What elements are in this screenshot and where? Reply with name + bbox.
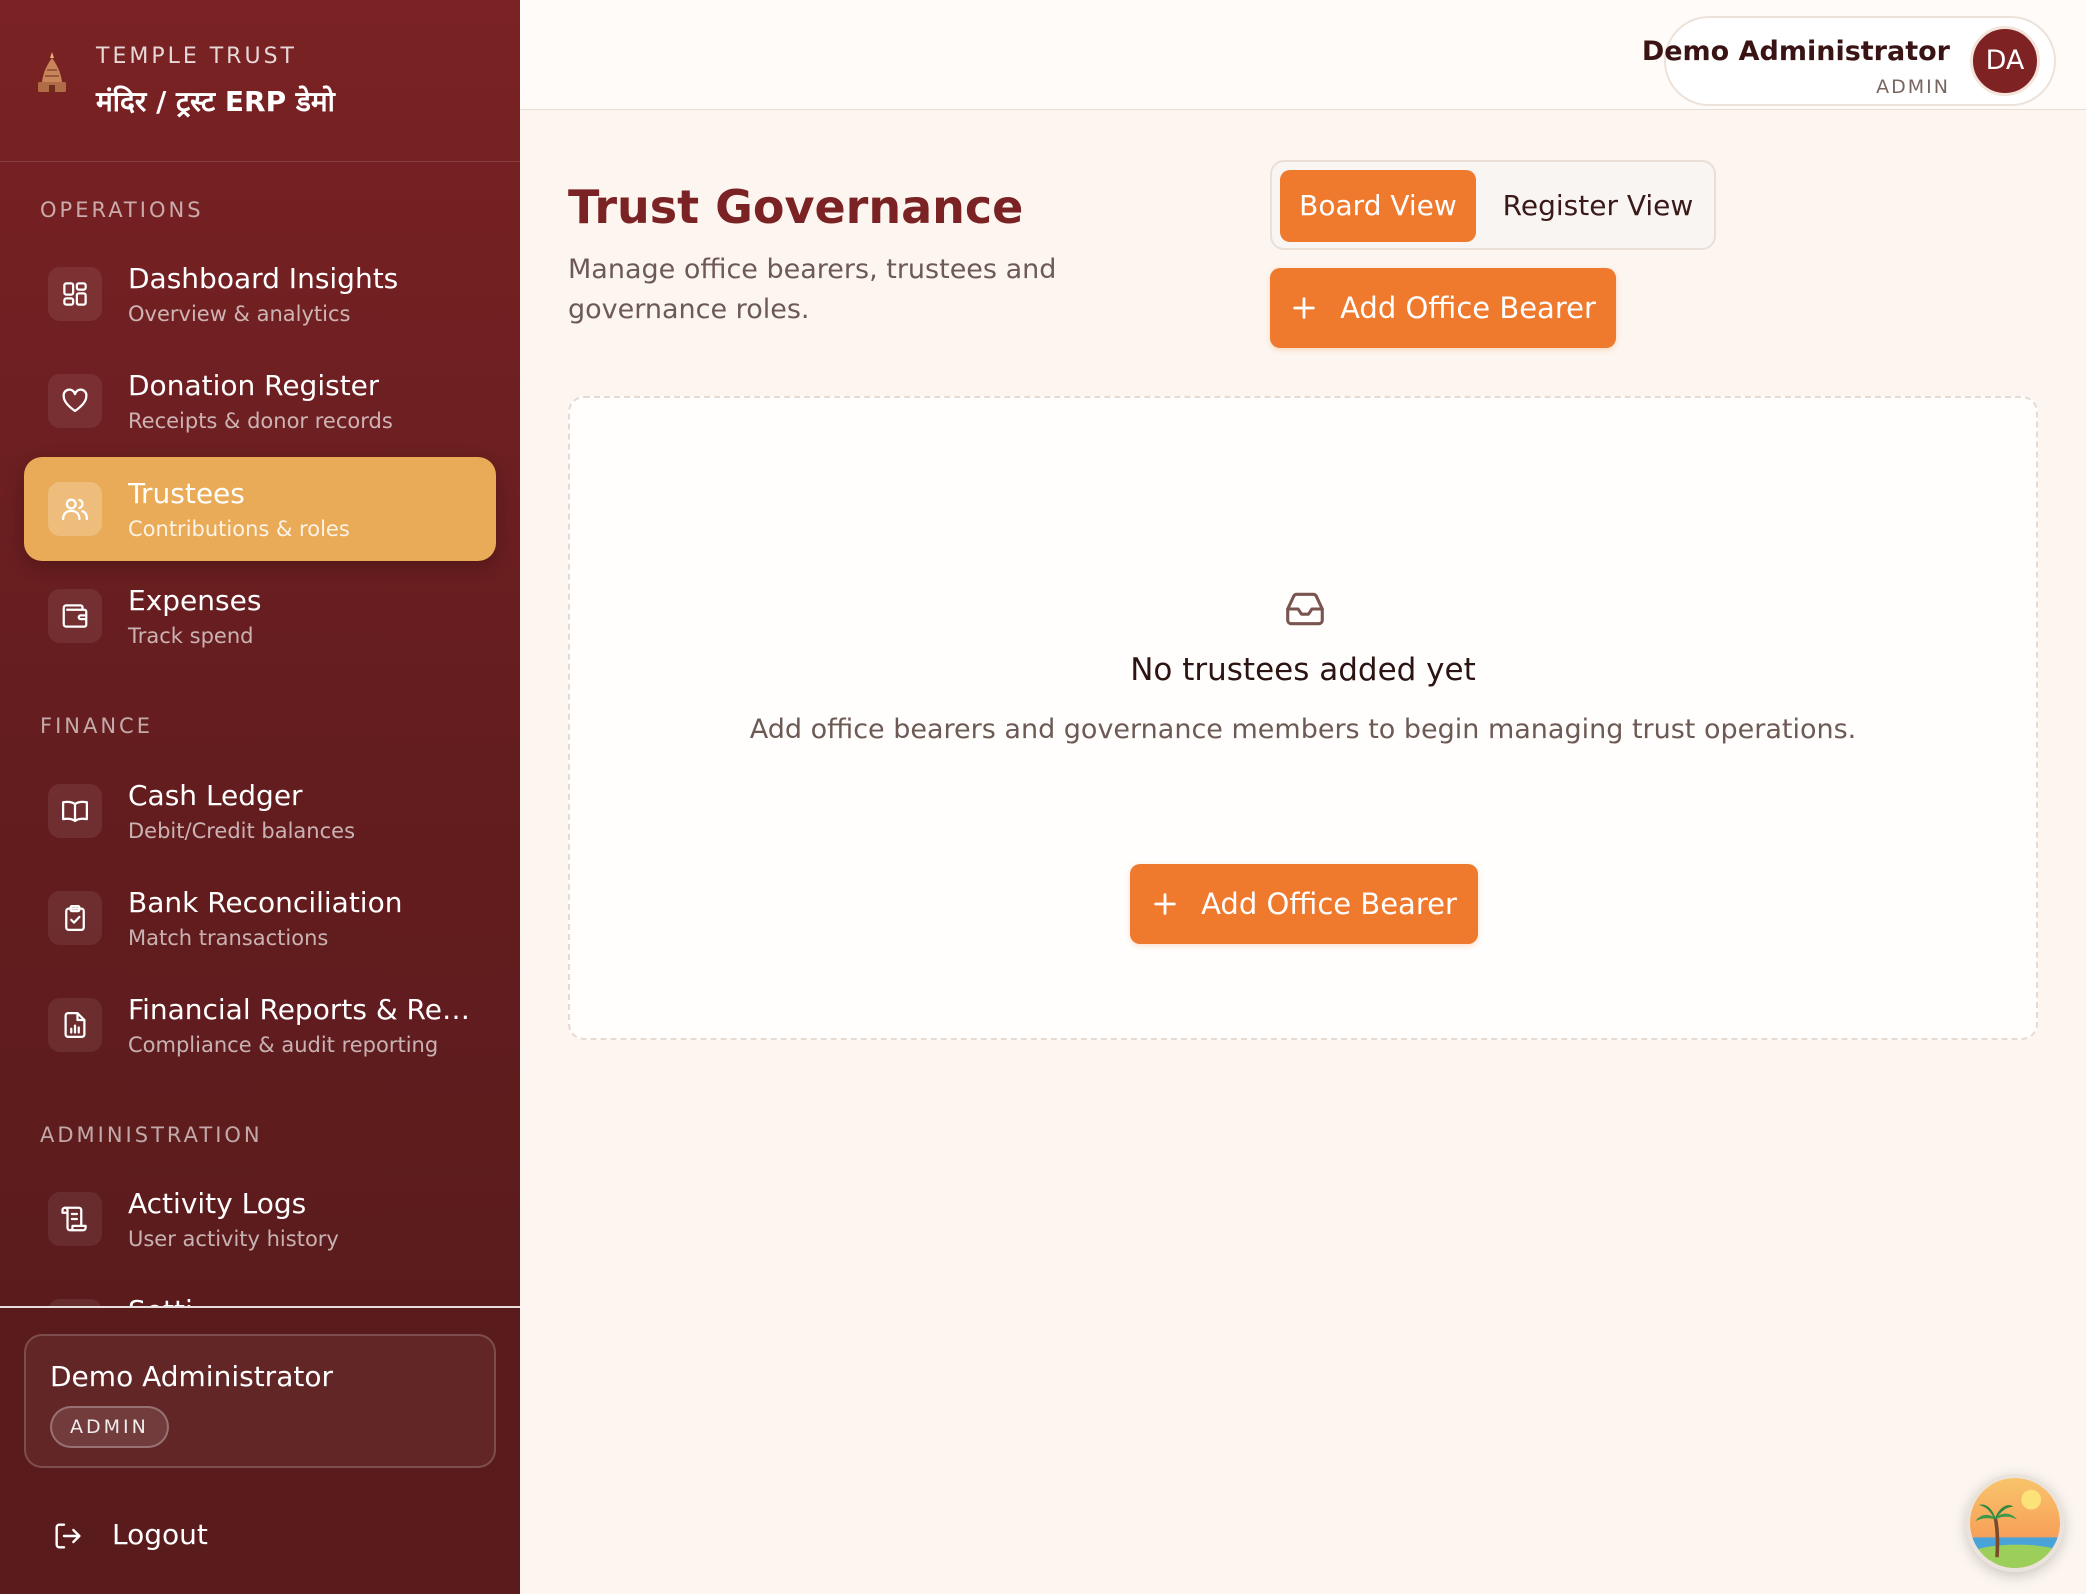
sidebar-item-label: Bank Reconciliation xyxy=(128,886,403,919)
sidebar-item-donation-register[interactable]: Donation Register Receipts & donor recor… xyxy=(24,349,496,453)
sidebar-item-subtitle: Receipts & donor records xyxy=(128,409,393,433)
sidebar-item-subtitle: Match transactions xyxy=(128,926,329,950)
wallet-icon xyxy=(48,589,102,643)
scroll-icon xyxy=(48,1192,102,1246)
profile-role: ADMIN xyxy=(1876,76,1950,98)
sidebar-item-trustees[interactable]: Trustees Contributions & roles xyxy=(24,457,496,561)
add-office-bearer-button[interactable]: Add Office Bearer xyxy=(1270,268,1616,348)
sidebar-item-dashboard-insights[interactable]: Dashboard Insights Overview & analytics xyxy=(24,242,496,346)
heart-icon xyxy=(48,374,102,428)
sidebar-item-activity-logs[interactable]: Activity Logs User activity history xyxy=(24,1167,496,1271)
avatar: DA xyxy=(1970,26,2040,96)
beach-scene-icon xyxy=(1970,1478,2060,1568)
sidebar-item-settings[interactable]: Setti... xyxy=(24,1274,496,1306)
sidebar-item-subtitle: Debit/Credit balances xyxy=(128,819,356,843)
sidebar-item-financial-reports[interactable]: Financial Reports & Regi... Compliance &… xyxy=(24,973,496,1077)
sidebar-item-label: Cash Ledger xyxy=(128,779,303,812)
view-toggle: Board View Register View xyxy=(1270,160,1716,250)
clipboard-check-icon xyxy=(48,891,102,945)
sidebar-item-label: Dashboard Insights xyxy=(128,262,399,295)
section-title-administration: ADMINISTRATION xyxy=(40,1123,263,1147)
grid-icon xyxy=(48,267,102,321)
page-title: Trust Governance xyxy=(568,180,1024,234)
section-title-operations: OPERATIONS xyxy=(40,198,204,222)
brand-title: मंदिर / ट्रस्ट ERP डेमो xyxy=(96,85,335,118)
sidebar: TEMPLE TRUST मंदिर / ट्रस्ट ERP डेमो OPE… xyxy=(0,0,520,1594)
book-icon xyxy=(48,784,102,838)
profile-menu[interactable]: Demo Administrator ADMIN DA xyxy=(1642,16,2056,106)
sidebar-item-label: Activity Logs xyxy=(128,1187,307,1220)
sidebar-item-expenses[interactable]: Expenses Track spend xyxy=(24,564,496,668)
sidebar-item-subtitle: Track spend xyxy=(128,624,254,648)
user-card: Demo Administrator ADMIN xyxy=(24,1334,496,1468)
sidebar-item-label: Financial Reports & Regi... xyxy=(128,993,480,1026)
empty-add-office-bearer-button[interactable]: Add Office Bearer xyxy=(1130,864,1478,944)
sidebar-item-label: Trustees xyxy=(128,477,245,510)
empty-state-card: No trustees added yet Add office bearers… xyxy=(568,396,2038,1040)
profile-name: Demo Administrator xyxy=(1641,36,1950,67)
logout-label: Logout xyxy=(112,1518,208,1551)
sidebar-item-subtitle: Contributions & roles xyxy=(128,517,350,541)
empty-state-description: Add office bearers and governance member… xyxy=(749,714,1857,745)
sidebar-item-bank-reconciliation[interactable]: Bank Reconciliation Match transactions xyxy=(24,866,496,970)
sidebar-item-cash-ledger[interactable]: Cash Ledger Debit/Credit balances xyxy=(24,759,496,863)
section-title-finance: FINANCE xyxy=(40,714,153,738)
sidebar-nav[interactable]: OPERATIONS Dashboard Insights Overview &… xyxy=(0,163,520,1306)
sidebar-item-subtitle: User activity history xyxy=(128,1227,339,1251)
sidebar-item-label: Donation Register xyxy=(128,369,380,402)
plus-icon xyxy=(1154,893,1176,915)
user-role-badge: ADMIN xyxy=(50,1406,169,1448)
user-card-name: Demo Administrator xyxy=(50,1360,333,1393)
settings-icon xyxy=(48,1299,102,1306)
board-view-tab[interactable]: Board View xyxy=(1280,170,1476,242)
logout-button[interactable]: Logout xyxy=(52,1514,252,1558)
empty-add-office-bearer-label: Add Office Bearer xyxy=(1201,887,1457,921)
brand-header: TEMPLE TRUST मंदिर / ट्रस्ट ERP डेमो xyxy=(0,0,520,162)
users-icon xyxy=(48,482,102,536)
top-bar: Demo Administrator ADMIN DA xyxy=(520,0,2086,110)
plus-icon xyxy=(1293,297,1315,319)
sidebar-item-subtitle: Overview & analytics xyxy=(128,302,351,326)
logout-icon xyxy=(55,1523,81,1549)
page-description: Manage office bearers, trustees and gove… xyxy=(568,254,1057,325)
temple-logo-icon xyxy=(38,52,66,92)
inbox-icon xyxy=(1286,592,1324,626)
assistant-badge[interactable] xyxy=(1966,1474,2064,1572)
sidebar-item-label: Expenses xyxy=(128,584,262,617)
file-chart-icon xyxy=(48,998,102,1052)
brand-kicker: TEMPLE TRUST xyxy=(96,44,297,69)
sidebar-item-label: Setti... xyxy=(128,1294,219,1306)
sidebar-footer: Demo Administrator ADMIN Logout xyxy=(0,1306,520,1594)
register-view-tab[interactable]: Register View xyxy=(1486,170,1710,242)
empty-state-title: No trustees added yet xyxy=(1130,652,1476,688)
add-office-bearer-label: Add Office Bearer xyxy=(1340,291,1596,325)
sidebar-item-subtitle: Compliance & audit reporting xyxy=(128,1033,439,1057)
